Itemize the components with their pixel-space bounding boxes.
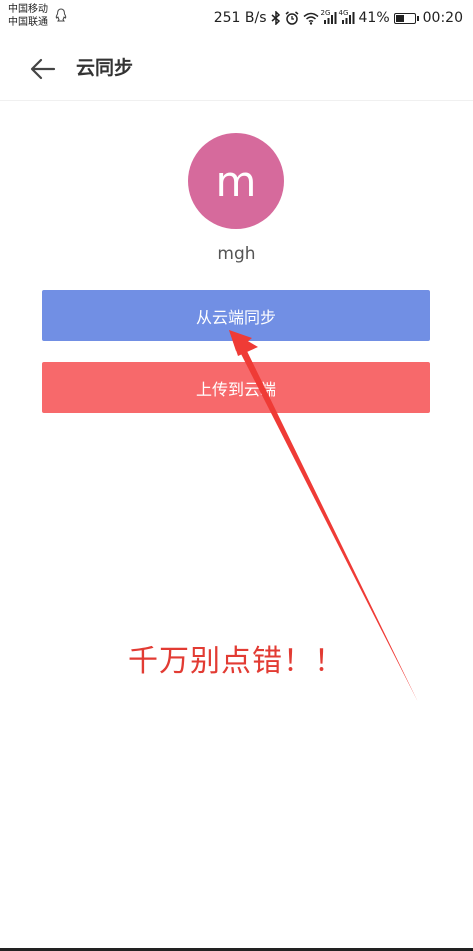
carrier-labels: 中国移动 中国联通 — [8, 3, 48, 29]
signal-2-label: 4G — [338, 9, 349, 17]
wifi-icon — [303, 12, 319, 25]
upload-to-cloud-button[interactable]: 上传到云端 — [42, 362, 430, 413]
clock: 00:20 — [422, 10, 463, 26]
back-button[interactable] — [28, 54, 58, 84]
warning-annotation: 千万别点错！！ — [128, 644, 345, 679]
status-icons: 251 B/s 2G 4G 41% 00:20 — [214, 8, 463, 28]
app-header: 云同步 — [0, 36, 473, 101]
avatar: m — [188, 133, 284, 229]
status-bar: 中国移动 中国联通 251 B/s 2G 4G 41% 00:20 — [0, 0, 473, 36]
carrier-2: 中国联通 — [8, 17, 48, 28]
alarm-icon — [285, 11, 298, 25]
qq-icon — [55, 8, 67, 22]
page-title: 云同步 — [76, 57, 134, 79]
battery-percent: 41% — [358, 10, 390, 26]
battery-icon — [393, 12, 419, 24]
carrier-1: 中国移动 — [8, 4, 48, 15]
bluetooth-icon — [271, 11, 280, 25]
network-speed: 251 B/s — [213, 10, 267, 26]
username: mgh — [217, 244, 256, 264]
sync-from-cloud-button[interactable]: 从云端同步 — [42, 290, 430, 341]
signal-1-label: 2G — [320, 9, 331, 17]
arrow-left-icon — [30, 58, 56, 80]
